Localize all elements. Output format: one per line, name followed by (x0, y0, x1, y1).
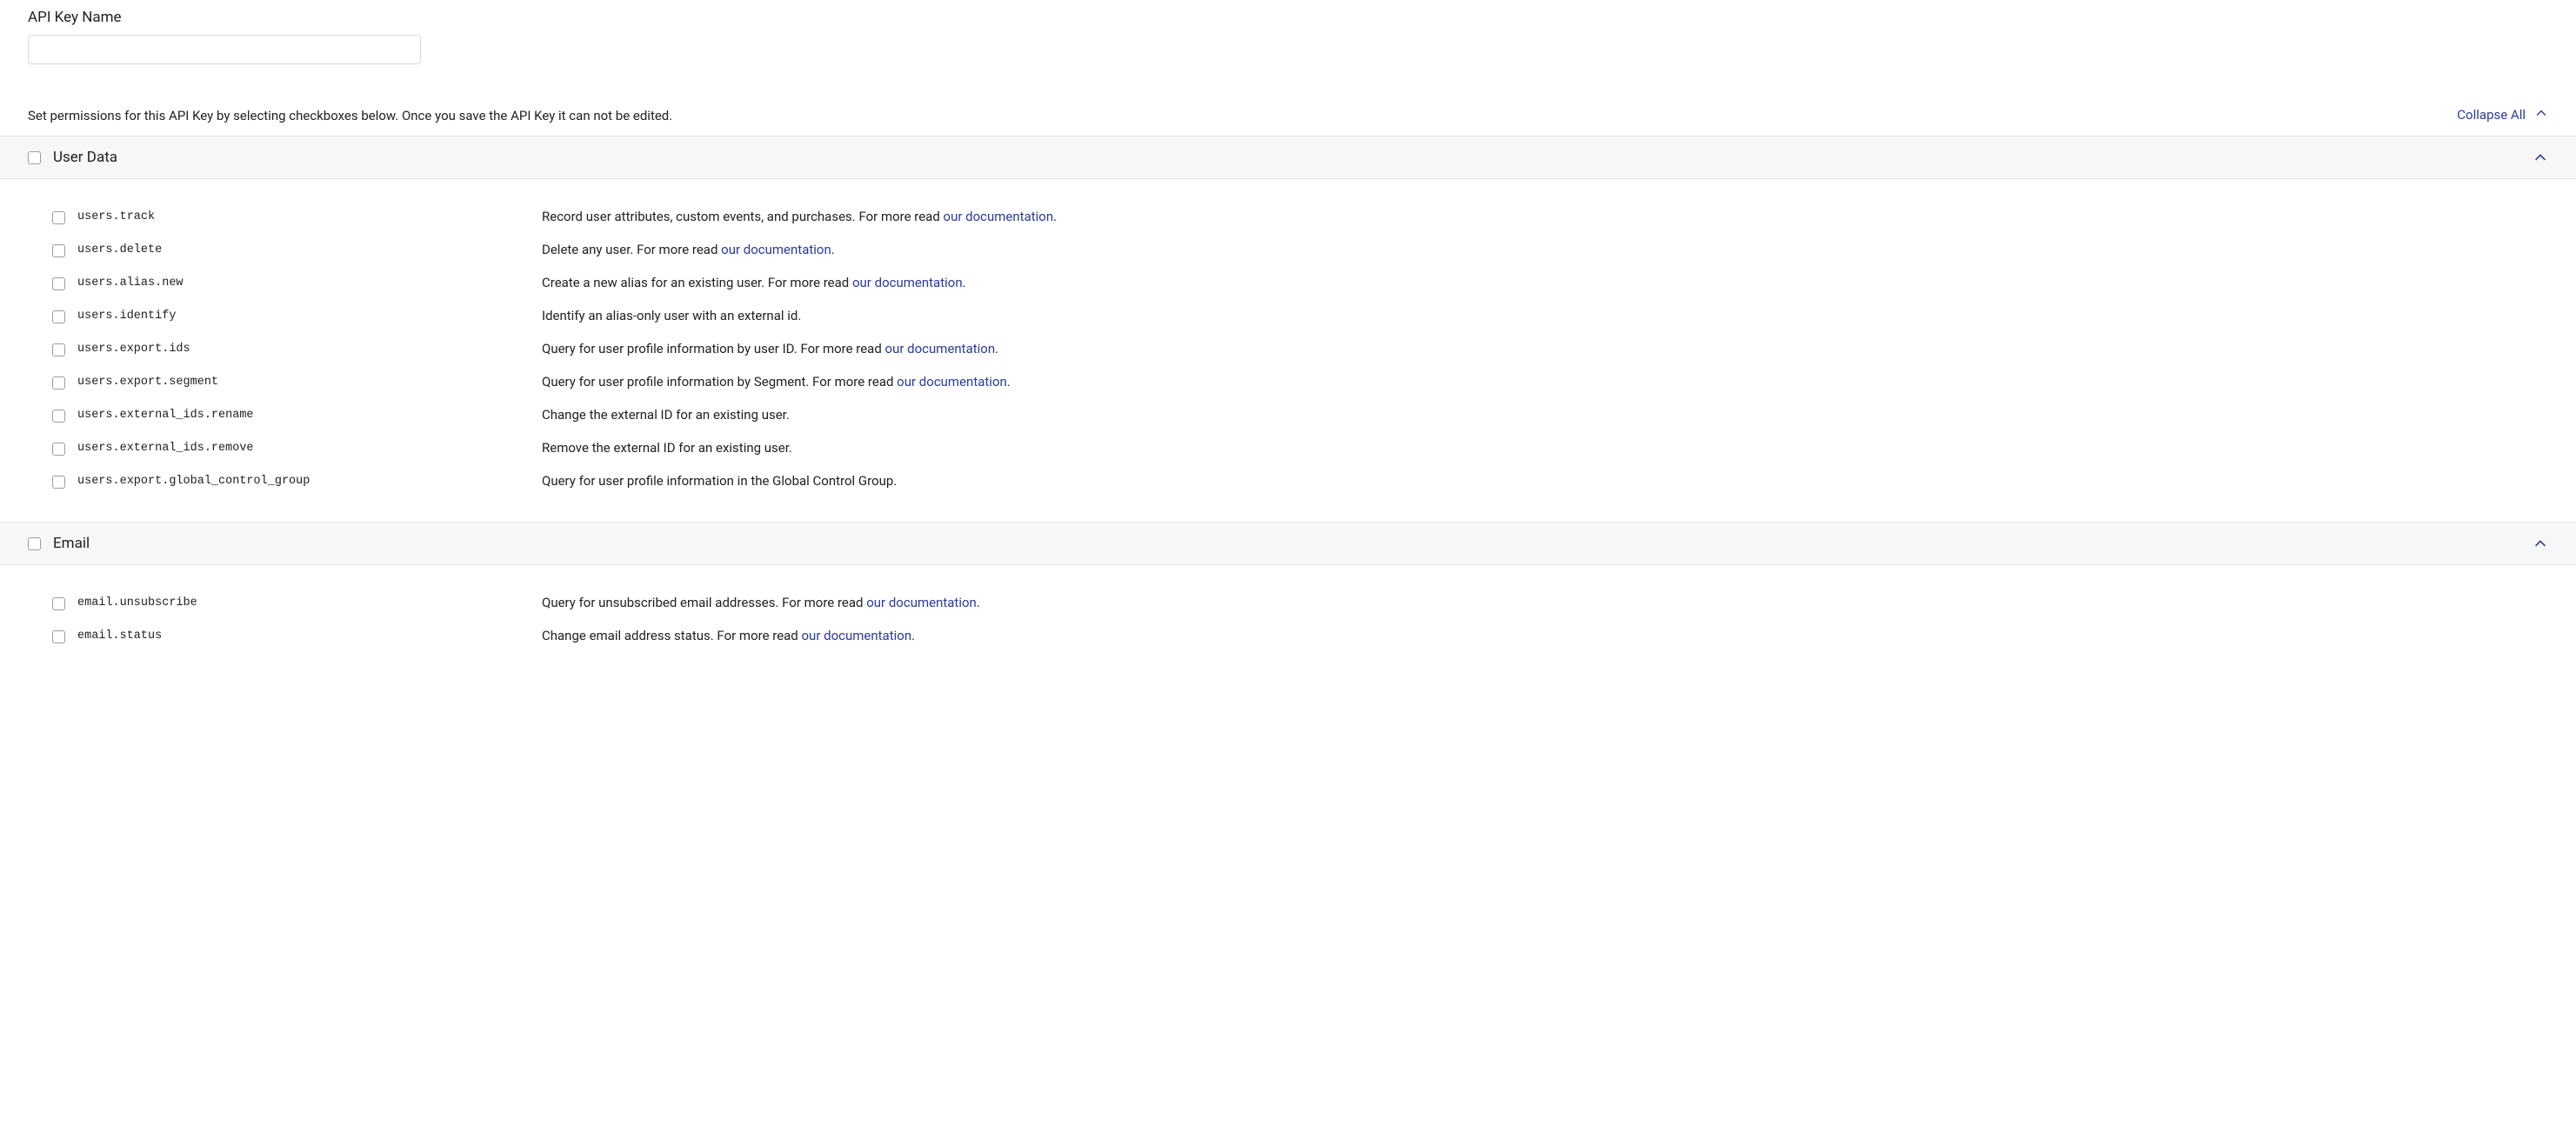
permission-checkbox[interactable] (52, 597, 65, 610)
permission-description-text: . (977, 595, 980, 610)
permission-row: users.export.idsQuery for user profile i… (52, 341, 2576, 356)
permission-checkbox[interactable] (52, 376, 65, 390)
permission-description: Record user attributes, custom events, a… (542, 209, 1057, 224)
permission-description-text: Delete any user. For more read (542, 242, 721, 257)
permission-description: Identify an alias-only user with an exte… (542, 308, 801, 323)
permission-description: Delete any user. For more read our docum… (542, 242, 835, 257)
permission-checkbox[interactable] (52, 443, 65, 456)
permission-checkbox[interactable] (52, 211, 65, 224)
documentation-link[interactable]: our documentation (866, 595, 977, 610)
api-key-name-label: API Key Name (28, 9, 2576, 26)
group-header: User Data (0, 136, 2576, 179)
permission-description-text: Query for user profile information by us… (542, 341, 885, 356)
permission-row: users.deleteDelete any user. For more re… (52, 242, 2576, 257)
group-checkbox[interactable] (28, 537, 41, 550)
permission-description: Change email address status. For more re… (542, 628, 915, 643)
permission-code: users.export.segment (77, 374, 542, 389)
permission-code: email.status (77, 628, 542, 643)
documentation-link[interactable]: our documentation (944, 209, 1054, 224)
chevron-up-icon[interactable] (2533, 150, 2548, 165)
permission-description-text: Identify an alias-only user with an exte… (542, 308, 801, 323)
permission-description-text: Query for unsubscribed email addresses. … (542, 595, 866, 610)
permission-description-text: Change email address status. For more re… (542, 628, 802, 643)
permission-description-text: . (995, 341, 998, 356)
permission-code: users.identify (77, 308, 542, 323)
permissions-instructions: Set permissions for this API Key by sele… (28, 108, 672, 123)
permission-description: Create a new alias for an existing user.… (542, 275, 966, 290)
collapse-all-label: Collapse All (2457, 107, 2526, 123)
permission-code: users.external_ids.rename (77, 407, 542, 422)
permission-description-text: . (831, 242, 835, 257)
group-title: User Data (53, 149, 2533, 166)
permission-description-text: Query for user profile information in th… (542, 473, 897, 489)
permission-description-text: Query for user profile information by Se… (542, 374, 897, 390)
permission-row: users.trackRecord user attributes, custo… (52, 209, 2576, 224)
permission-row: users.export.segmentQuery for user profi… (52, 374, 2576, 390)
chevron-up-icon[interactable] (2533, 536, 2548, 551)
permission-code: users.export.global_control_group (77, 473, 542, 488)
permission-code: users.external_ids.remove (77, 440, 542, 455)
permission-code: users.alias.new (77, 275, 542, 290)
permission-checkbox[interactable] (52, 630, 65, 643)
permission-checkbox[interactable] (52, 476, 65, 489)
chevron-up-icon (2534, 106, 2548, 123)
documentation-link[interactable]: our documentation (802, 628, 912, 643)
permission-description-text: Create a new alias for an existing user.… (542, 275, 852, 290)
documentation-link[interactable]: our documentation (897, 374, 1007, 390)
permission-description-text: Change the external ID for an existing u… (542, 407, 790, 423)
api-key-name-input[interactable] (28, 35, 421, 64)
permission-checkbox[interactable] (52, 277, 65, 290)
permission-checkbox[interactable] (52, 410, 65, 423)
documentation-link[interactable]: our documentation (885, 341, 996, 356)
permission-code: users.export.ids (77, 341, 542, 356)
permissions-list: email.unsubscribeQuery for unsubscribed … (28, 565, 2576, 676)
permission-description-text: Record user attributes, custom events, a… (542, 209, 944, 224)
group-header: Email (0, 522, 2576, 565)
permission-description: Remove the external ID for an existing u… (542, 440, 792, 456)
permission-row: email.unsubscribeQuery for unsubscribed … (52, 595, 2576, 610)
permission-description: Query for unsubscribed email addresses. … (542, 595, 980, 610)
permission-code: users.delete (77, 242, 542, 256)
collapse-all-button[interactable]: Collapse All (2457, 106, 2548, 123)
permission-row: users.alias.newCreate a new alias for an… (52, 275, 2576, 290)
permission-row: email.statusChange email address status.… (52, 628, 2576, 643)
permission-description-text: . (1007, 374, 1011, 390)
permission-code: users.track (77, 209, 542, 223)
permission-description-text: Remove the external ID for an existing u… (542, 440, 792, 456)
permission-checkbox[interactable] (52, 310, 65, 323)
permissions-list: users.trackRecord user attributes, custo… (28, 179, 2576, 522)
permission-row: users.external_ids.removeRemove the exte… (52, 440, 2576, 456)
group-title: Email (53, 535, 2533, 552)
permission-row: users.identifyIdentify an alias-only use… (52, 308, 2576, 323)
documentation-link[interactable]: our documentation (852, 275, 963, 290)
permission-description: Query for user profile information by Se… (542, 374, 1011, 390)
documentation-link[interactable]: our documentation (721, 242, 831, 257)
permission-description: Query for user profile information by us… (542, 341, 998, 356)
permission-code: email.unsubscribe (77, 595, 542, 609)
permission-description-text: . (1053, 209, 1057, 224)
permission-row: users.external_ids.renameChange the exte… (52, 407, 2576, 423)
permission-description: Query for user profile information in th… (542, 473, 897, 489)
permission-checkbox[interactable] (52, 343, 65, 356)
permission-checkbox[interactable] (52, 244, 65, 257)
permission-description: Change the external ID for an existing u… (542, 407, 790, 423)
group-checkbox[interactable] (28, 151, 41, 164)
permission-description-text: . (911, 628, 915, 643)
permission-description-text: . (963, 275, 966, 290)
permission-row: users.export.global_control_groupQuery f… (52, 473, 2576, 489)
